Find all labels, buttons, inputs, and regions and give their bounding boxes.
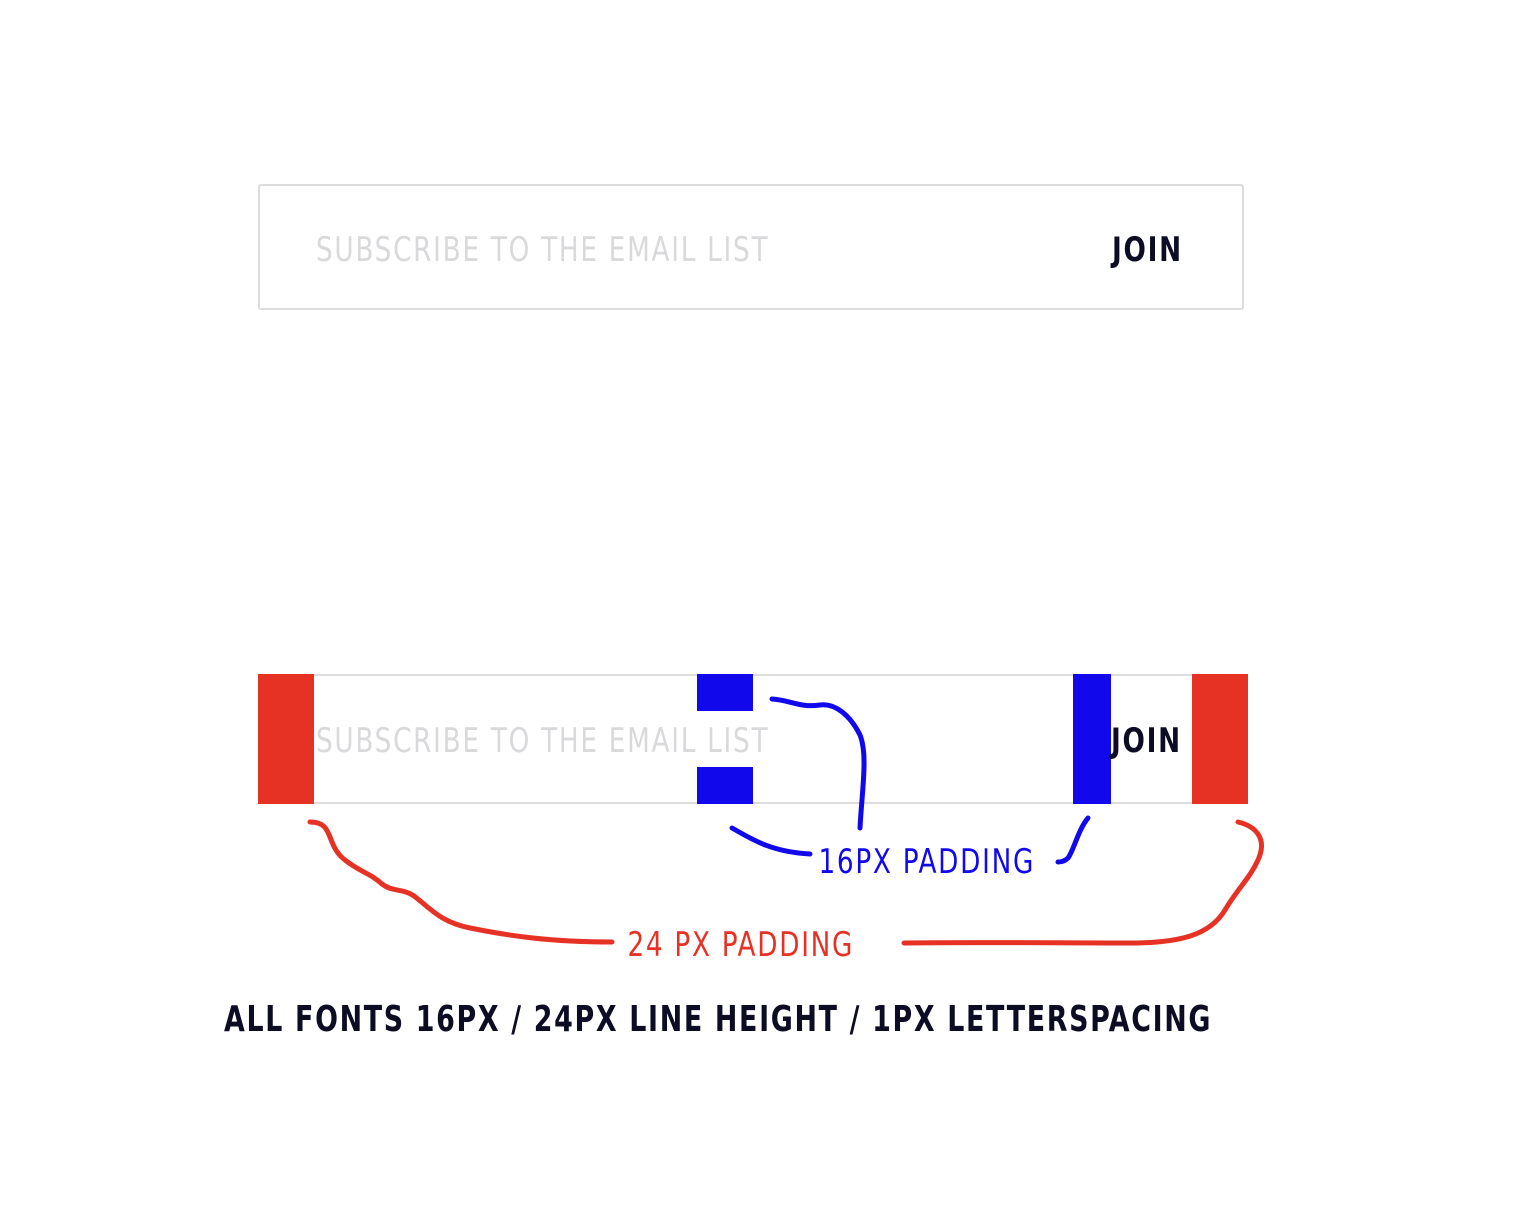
outer-padding-label: 24 PX PADDING [624, 925, 858, 965]
join-button[interactable]: JOIN [1112, 230, 1183, 270]
inner-padding-top [697, 674, 753, 711]
spec-email-placeholder: SUBSCRIBE TO THE EMAIL LIST [316, 721, 770, 761]
spec-join-label: JOIN [1111, 721, 1182, 761]
red-bracket-right [901, 819, 1264, 946]
blue-bracket-right [1055, 815, 1091, 865]
outer-padding-right [1192, 674, 1248, 804]
subscribe-form: SUBSCRIBE TO THE EMAIL LIST JOIN [258, 184, 1244, 310]
inner-padding-join [1073, 674, 1111, 804]
inner-padding-bottom [697, 767, 753, 804]
inner-padding-label: 16PX PADDING [815, 842, 1039, 882]
blue-bracket-bottom [729, 825, 813, 857]
red-bracket-left [307, 819, 615, 945]
email-input[interactable]: SUBSCRIBE TO THE EMAIL LIST [316, 230, 769, 270]
outer-padding-left [258, 674, 314, 804]
spec-caption: ALL FONTS 16PX / 24PX LINE HEIGHT / 1PX … [224, 999, 1213, 1040]
